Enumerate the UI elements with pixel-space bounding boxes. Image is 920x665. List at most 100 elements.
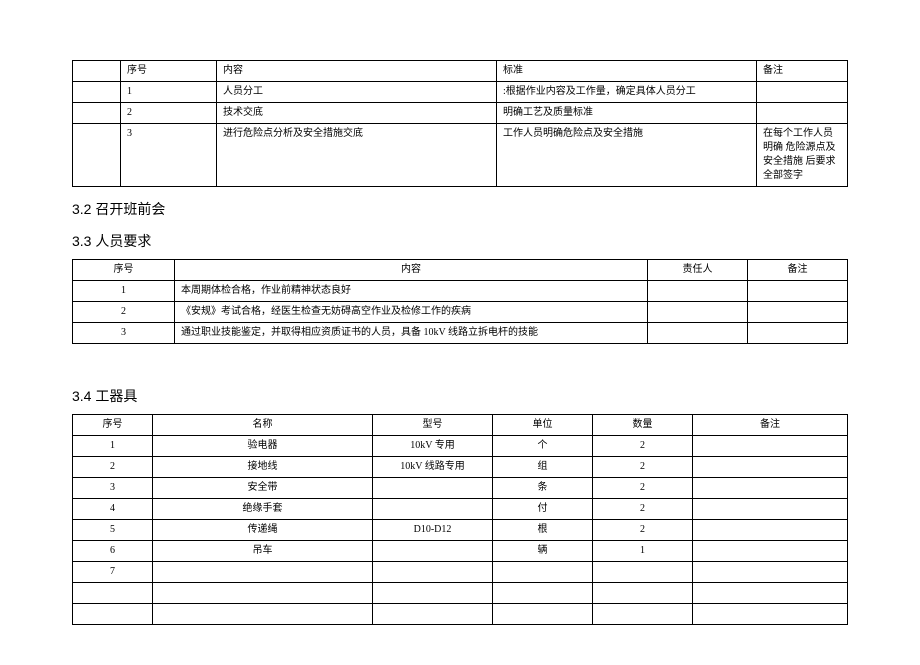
table-row: 6 吊车 辆 1 [73,541,848,562]
cell: 技术交底 [217,103,497,124]
cell [757,103,848,124]
cell [693,541,848,562]
table-row: 3 通过职业技能鉴定，并取得相应资质证书的人员，具备 10kV 线路立拆电杆的技… [73,323,848,344]
table-row: 1 本周期体检合格，作业前精神状态良好 [73,281,848,302]
cell: 进行危险点分析及安全措施交底 [217,124,497,187]
cell: 序号 [73,260,175,281]
cell [693,583,848,604]
cell: 10kV 专用 [373,436,493,457]
cell: 2 [593,478,693,499]
cell: 工作人员明确危险点及安全措施 [497,124,757,187]
cell: 吊车 [153,541,373,562]
cell: 内容 [217,61,497,82]
cell [493,562,593,583]
cell: 3 [73,478,153,499]
cell [748,281,848,302]
cell [693,562,848,583]
table-row: 3 进行危险点分析及安全措施交底 工作人员明确危险点及安全措施 在每个工作人员明… [73,124,848,187]
cell: 3 [73,323,175,344]
cell: 验电器 [153,436,373,457]
cell [373,478,493,499]
table-row: 1 人员分工 :根据作业内容及工作量，确定具体人员分工 [73,82,848,103]
cell: 通过职业技能鉴定，并取得相应资质证书的人员，具备 10kV 线路立拆电杆的技能 [175,323,648,344]
cell: 条 [493,478,593,499]
cell [373,499,493,520]
cell: 1 [121,82,217,103]
cell: :根据作业内容及工作量，确定具体人员分工 [497,82,757,103]
table-row: 7 [73,562,848,583]
cell: 单位 [493,415,593,436]
cell: 3 [121,124,217,187]
heading-3-3: 3.3 人员要求 [72,231,848,251]
cell [73,604,153,625]
cell: 辆 [493,541,593,562]
table-row: 1 验电器 10kV 专用 个 2 [73,436,848,457]
table-row [73,583,848,604]
cell [373,562,493,583]
cell [648,302,748,323]
table-section-3: 序号 名称 型号 单位 数量 备注 1 验电器 10kV 专用 个 2 2 接地… [72,414,848,625]
cell: 2 [593,457,693,478]
cell [493,604,593,625]
cell: 数量 [593,415,693,436]
cell: 序号 [73,415,153,436]
cell: 6 [73,541,153,562]
cell: 标准 [497,61,757,82]
cell: 名称 [153,415,373,436]
cell: 备注 [757,61,848,82]
cell: 备注 [693,415,848,436]
cell [693,436,848,457]
table-row [73,604,848,625]
cell: 10kV 线路专用 [373,457,493,478]
cell: 序号 [121,61,217,82]
cell: 4 [73,499,153,520]
heading-3-4: 3.4 工器具 [72,386,848,406]
table-row: 序号 内容 标准 备注 [73,61,848,82]
cell: 安全带 [153,478,373,499]
cell: 明确工艺及质量标准 [497,103,757,124]
cell: 1 [73,436,153,457]
cell [693,457,848,478]
cell: 根 [493,520,593,541]
cell [693,604,848,625]
cell: 在每个工作人员明确 危险源点及安全措施 后要求全部签字 [757,124,848,187]
cell: 1 [73,281,175,302]
cell: 2 [593,520,693,541]
cell: 责任人 [648,260,748,281]
cell [593,604,693,625]
cell [593,583,693,604]
cell [73,82,121,103]
cell [593,562,693,583]
cell [153,583,373,604]
cell [73,61,121,82]
cell: 绝缘手套 [153,499,373,520]
cell: 2 [593,436,693,457]
cell [373,604,493,625]
cell: 人员分工 [217,82,497,103]
cell: 2 [73,302,175,323]
cell: 5 [73,520,153,541]
cell: 2 [73,457,153,478]
cell: 接地线 [153,457,373,478]
cell [748,323,848,344]
table-row: 5 传递绳 D10-D12 根 2 [73,520,848,541]
cell [693,499,848,520]
cell: 《安规》考试合格，经医生检查无妨碍高空作业及检修工作的疾病 [175,302,648,323]
cell [748,302,848,323]
table-section-2: 序号 内容 责任人 备注 1 本周期体检合格，作业前精神状态良好 2 《安规》考… [72,259,848,344]
table-row: 序号 名称 型号 单位 数量 备注 [73,415,848,436]
cell [153,604,373,625]
table-section-1: 序号 内容 标准 备注 1 人员分工 :根据作业内容及工作量，确定具体人员分工 … [72,60,848,187]
cell: 1 [593,541,693,562]
cell: 内容 [175,260,648,281]
cell [648,323,748,344]
cell [693,478,848,499]
cell: 2 [593,499,693,520]
cell: 组 [493,457,593,478]
heading-3-2: 3.2 召开班前会 [72,199,848,219]
cell: 付 [493,499,593,520]
cell: D10-D12 [373,520,493,541]
cell [493,583,593,604]
cell [373,541,493,562]
cell [648,281,748,302]
